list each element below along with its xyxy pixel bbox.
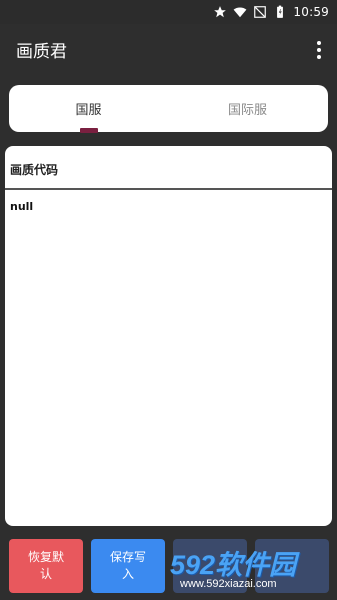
server-tabs: 国服 国际服 [9, 85, 328, 132]
status-icons: 10:59 [213, 3, 329, 21]
tab-domestic-server[interactable]: 国服 [9, 85, 168, 132]
more-options-icon[interactable] [309, 38, 329, 62]
star-icon [214, 6, 227, 18]
restore-default-button[interactable]: 恢复默认 [9, 539, 83, 593]
watermark-logo: 592软件园 www.592xiazai.com [170, 543, 336, 599]
app-bar: 画质君 [0, 24, 337, 76]
wifi-icon [233, 7, 247, 18]
code-header-label: 画质代码 [10, 163, 59, 177]
no-sim-icon [254, 6, 267, 18]
battery-icon [277, 5, 284, 18]
status-time: 10:59 [293, 5, 329, 19]
code-text-area[interactable]: null [10, 200, 33, 213]
code-header: 画质代码 [5, 146, 332, 190]
tab-indicator [80, 128, 98, 133]
app-title: 画质君 [16, 42, 67, 62]
save-write-button[interactable]: 保存写入 [91, 539, 165, 593]
watermark-url: www.592xiazai.com [180, 578, 277, 590]
status-bar: 10:59 [0, 0, 337, 24]
tab-international-server[interactable]: 国际服 [168, 85, 327, 132]
watermark-brand: 592软件园 [170, 550, 297, 580]
quality-code-panel: 画质代码 null [5, 146, 332, 526]
